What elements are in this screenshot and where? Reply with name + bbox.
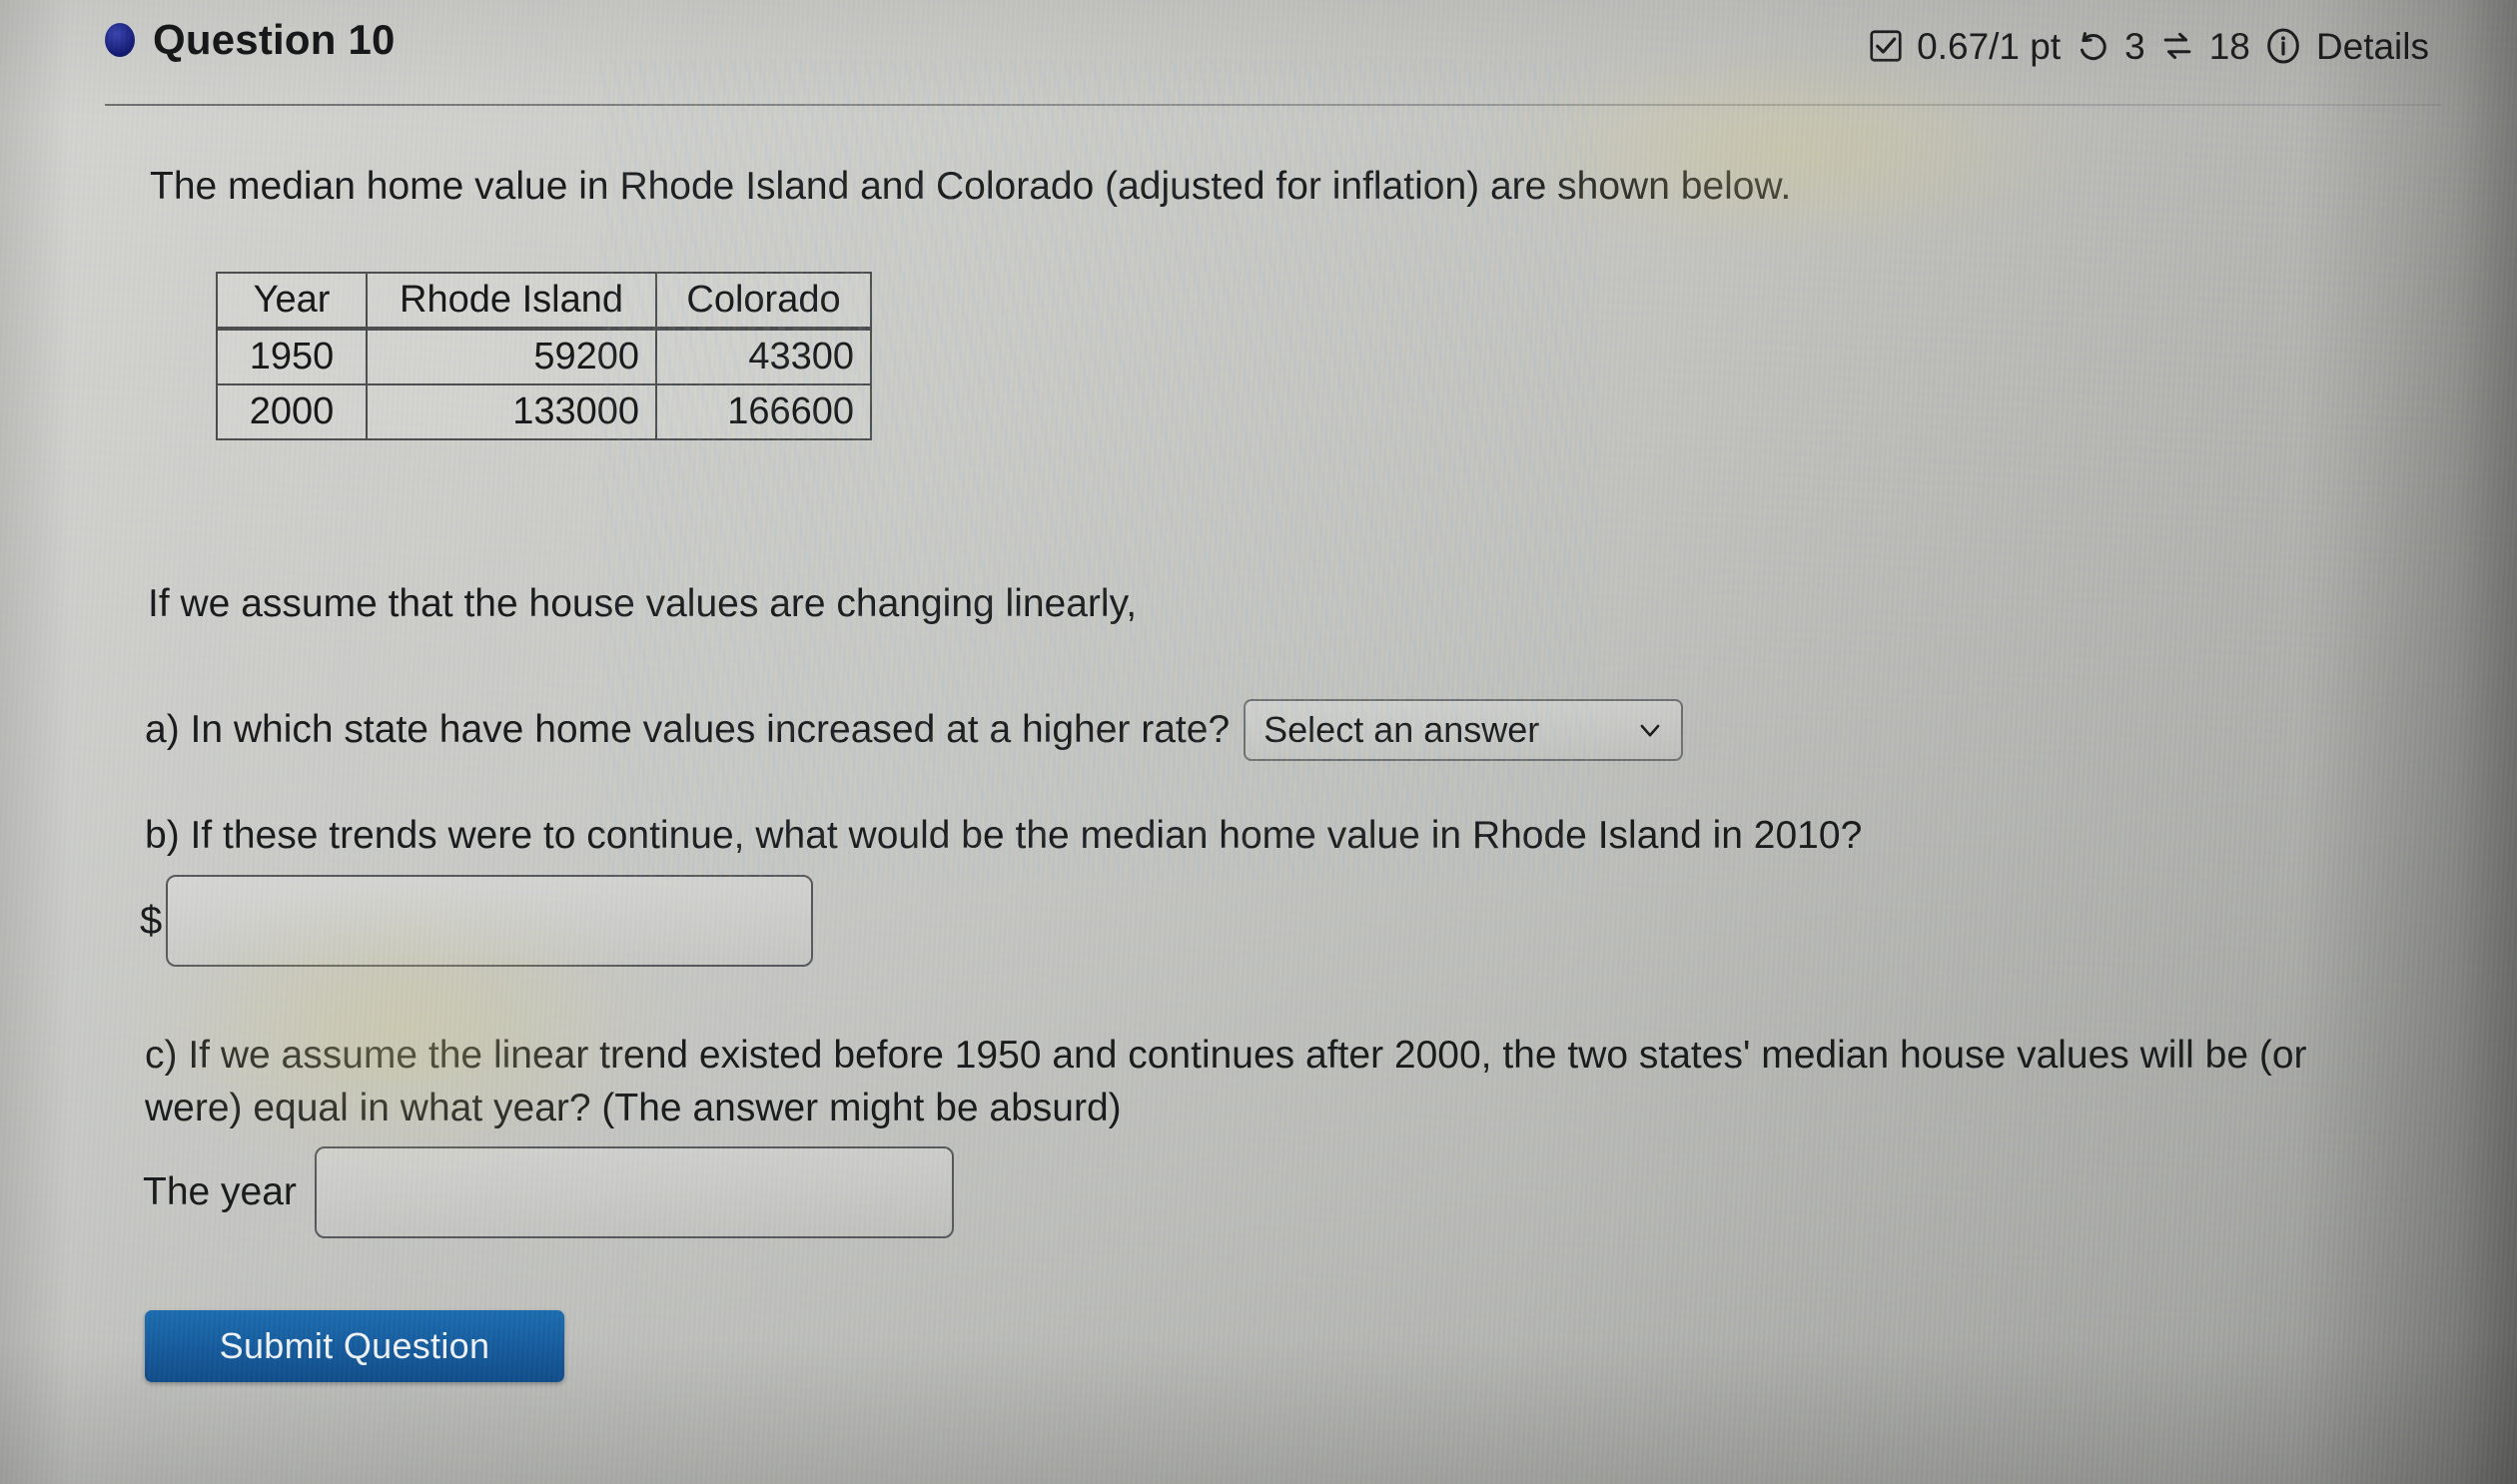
part-c-text: c) If we assume the linear trend existed…	[145, 1034, 2307, 1129]
linearity-assumption-text: If we assume that the house values are c…	[148, 582, 1138, 625]
part-c-answer-row: The year	[143, 1146, 954, 1238]
part-a-row: a) In which state have home values incre…	[145, 699, 1684, 761]
cell-year: 1950	[216, 328, 368, 385]
question-body: The median home value in Rhode Island an…	[0, 0, 2517, 1484]
question-screen: Question 10 0.67/1 pt 3 18 Details The m…	[0, 0, 2517, 1484]
cell-rhode-island: 59200	[366, 328, 657, 385]
dollar-sign-label: $	[140, 898, 163, 943]
column-header-rhode-island: Rhode Island	[366, 272, 657, 331]
part-a-text: a) In which state have home values incre…	[145, 708, 1231, 751]
answer-select[interactable]: Select an answer	[1244, 699, 1684, 761]
question-prompt: The median home value in Rhode Island an…	[150, 165, 1792, 208]
table-header-row: Year Rhode Island Colorado	[216, 272, 872, 331]
home-value-table: Year Rhode Island Colorado 1950 59200 43…	[216, 272, 872, 440]
table-row: 2000 133000 166600	[216, 383, 872, 440]
cell-colorado: 166600	[655, 383, 872, 440]
part-b-answer-row: $	[140, 875, 814, 967]
submit-question-button[interactable]: Submit Question	[145, 1310, 564, 1382]
table-row: 1950 59200 43300	[216, 328, 872, 385]
cell-rhode-island: 133000	[366, 383, 657, 440]
part-b-text: b) If these trends were to continue, wha…	[145, 814, 1863, 857]
part-b-answer-input[interactable]	[166, 875, 814, 967]
column-header-year: Year	[216, 272, 368, 331]
the-year-label: The year	[143, 1170, 297, 1213]
column-header-colorado: Colorado	[655, 272, 872, 331]
cell-year: 2000	[216, 383, 368, 440]
chevron-down-icon	[1635, 715, 1665, 745]
answer-select-value: Select an answer	[1263, 709, 1540, 750]
part-c-answer-input[interactable]	[314, 1146, 954, 1238]
cell-colorado: 43300	[655, 328, 872, 385]
